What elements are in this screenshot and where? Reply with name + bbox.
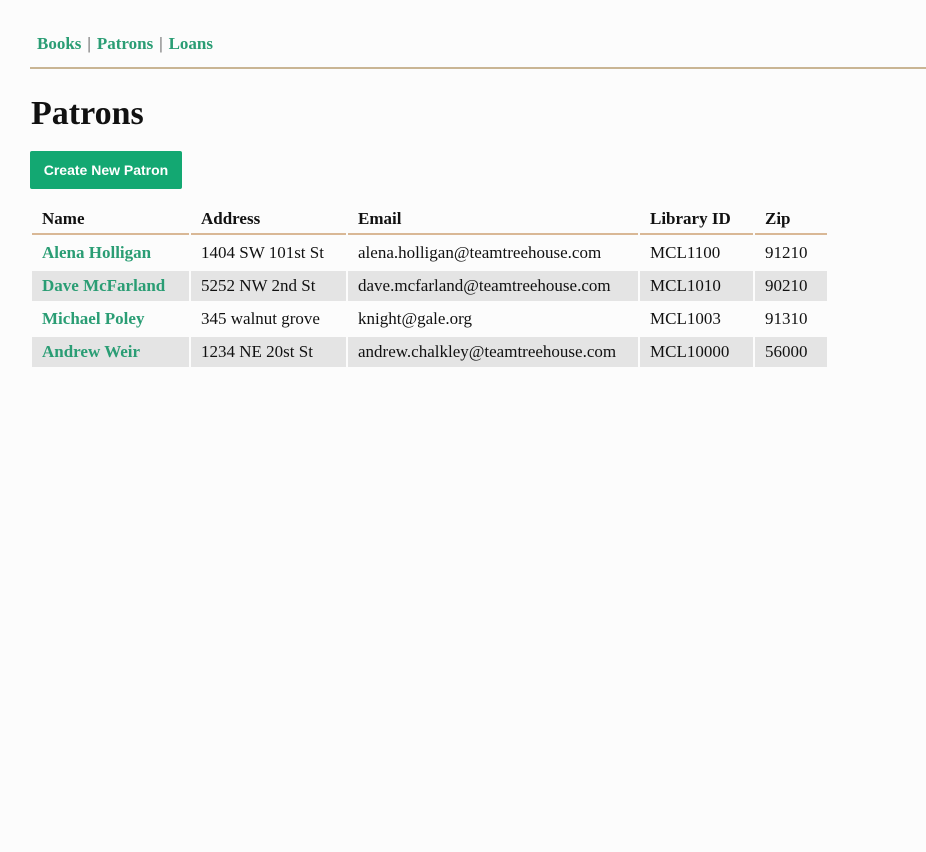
cell-address: 5252 NW 2nd St: [191, 271, 346, 301]
cell-library-id: MCL1003: [650, 308, 721, 328]
table-row: Alena Holligan 1404 SW 101st St alena.ho…: [32, 238, 827, 268]
patrons-table: Name Address Email Library ID Zip Alena …: [30, 201, 829, 370]
cell-email: andrew.chalkley@teamtreehouse.com: [348, 337, 638, 367]
cell-zip: 90210: [755, 271, 827, 301]
nav-link-loans[interactable]: Loans: [169, 34, 213, 53]
column-header-name: Name: [32, 204, 189, 235]
cell-address: 345 walnut grove: [201, 308, 320, 328]
column-header-library-id: Library ID: [640, 204, 753, 235]
nav-divider: [30, 67, 926, 69]
cell-email: dave.mcfarland@teamtreehouse.com: [348, 271, 638, 301]
column-header-zip: Zip: [755, 204, 827, 235]
cell-address: 1234 NE 20st St: [191, 337, 346, 367]
table-row: Michael Poley 345 walnut grove knight@ga…: [32, 304, 827, 334]
nav-link-books[interactable]: Books: [37, 34, 81, 53]
patron-name-link[interactable]: Dave McFarland: [42, 276, 165, 295]
top-nav: Books | Patrons | Loans: [37, 34, 213, 54]
cell-address: 1404 SW 101st St: [201, 242, 324, 262]
cell-email: knight@gale.org: [358, 308, 473, 328]
patron-name-link[interactable]: Andrew Weir: [42, 342, 140, 361]
cell-library-id: MCL1010: [640, 271, 753, 301]
cell-zip: 91210: [765, 242, 808, 262]
nav-link-patrons[interactable]: Patrons: [97, 34, 153, 53]
patron-name-link[interactable]: Michael Poley: [42, 309, 144, 328]
column-header-email: Email: [348, 204, 638, 235]
column-header-address: Address: [191, 204, 346, 235]
create-new-patron-button[interactable]: Create New Patron: [30, 151, 182, 189]
table-row: Andrew Weir 1234 NE 20st St andrew.chalk…: [32, 337, 827, 367]
nav-separator: |: [87, 34, 91, 53]
cell-name: Andrew Weir: [32, 337, 189, 367]
patron-name-link[interactable]: Alena Holligan: [42, 243, 151, 262]
table-row: Dave McFarland 5252 NW 2nd St dave.mcfar…: [32, 271, 827, 301]
page: Books | Patrons | Loans Patrons Create New P…: [0, 0, 926, 852]
cell-name: Alena Holligan: [32, 238, 189, 268]
table-header-row: Name Address Email Library ID Zip: [32, 204, 827, 235]
nav-separator: |: [159, 34, 163, 53]
cell-name: Dave McFarland: [32, 271, 189, 301]
cell-email: alena.holligan@teamtreehouse.com: [358, 242, 602, 262]
cell-zip: 91310: [765, 308, 808, 328]
cell-zip: 56000: [755, 337, 827, 367]
cell-library-id: MCL10000: [640, 337, 753, 367]
cell-library-id: MCL1100: [650, 242, 721, 262]
page-title: Patrons: [31, 95, 144, 132]
cell-name: Michael Poley: [32, 304, 189, 334]
